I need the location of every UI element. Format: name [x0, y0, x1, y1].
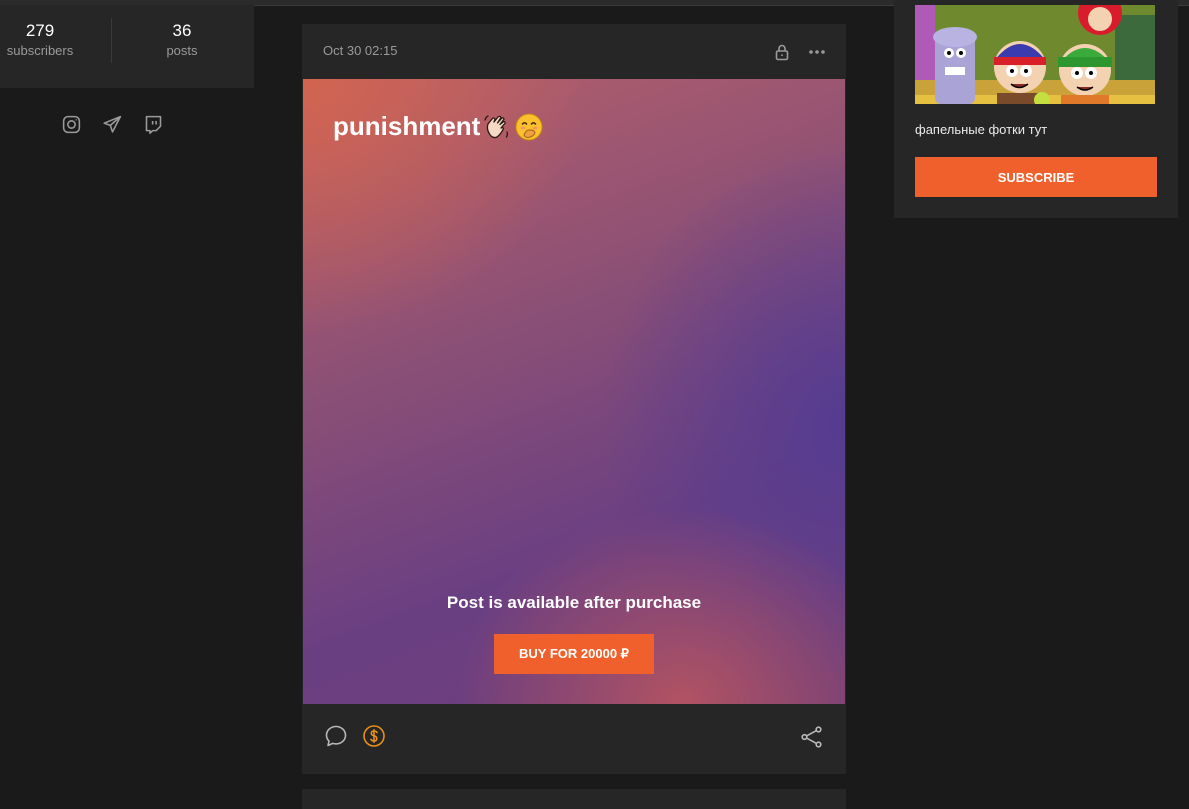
next-post-card — [302, 789, 846, 809]
lock-icon — [775, 44, 789, 61]
stats-divider — [111, 18, 112, 63]
locked-message: Post is available after purchase — [446, 593, 702, 612]
post-title: punishment — [333, 111, 544, 142]
face-hand-over-mouth-emoji — [515, 113, 543, 140]
share-icon[interactable] — [800, 725, 824, 749]
post-title-text: punishment — [333, 111, 481, 141]
instagram-icon[interactable] — [60, 113, 82, 135]
comment-icon[interactable] — [324, 724, 348, 748]
subscribers-label: subscribers — [6, 43, 74, 58]
posts-label: posts — [166, 43, 198, 58]
subscribers-stat[interactable]: 279 subscribers — [0, 21, 95, 58]
subscribers-count: 279 — [25, 21, 55, 40]
buy-button[interactable]: BUY FOR 20000 ₽ — [494, 634, 654, 674]
social-links — [60, 113, 164, 135]
posts-stat[interactable]: 36 posts — [127, 21, 237, 58]
profile-stats: 279 subscribers 36 posts — [0, 5, 254, 88]
widget-cover-image — [915, 5, 1155, 104]
waving-hand-emoji — [484, 114, 509, 138]
post-date: Oct 30 02:15 — [323, 43, 398, 58]
subscription-widget: фапельные фотки тут SUBSCRIBE — [894, 0, 1178, 218]
donate-icon[interactable] — [362, 724, 386, 748]
more-options-icon[interactable] — [807, 42, 827, 62]
post-card: Oct 30 02:15 punishment Post is availabl… — [302, 24, 846, 774]
telegram-icon[interactable] — [101, 113, 123, 135]
post-cover: punishment Post is available after purch… — [303, 79, 845, 704]
widget-description: фапельные фотки тут — [915, 122, 1048, 137]
posts-count: 36 — [172, 21, 192, 40]
subscribe-button[interactable]: SUBSCRIBE — [915, 157, 1157, 197]
twitch-icon[interactable] — [142, 113, 164, 135]
